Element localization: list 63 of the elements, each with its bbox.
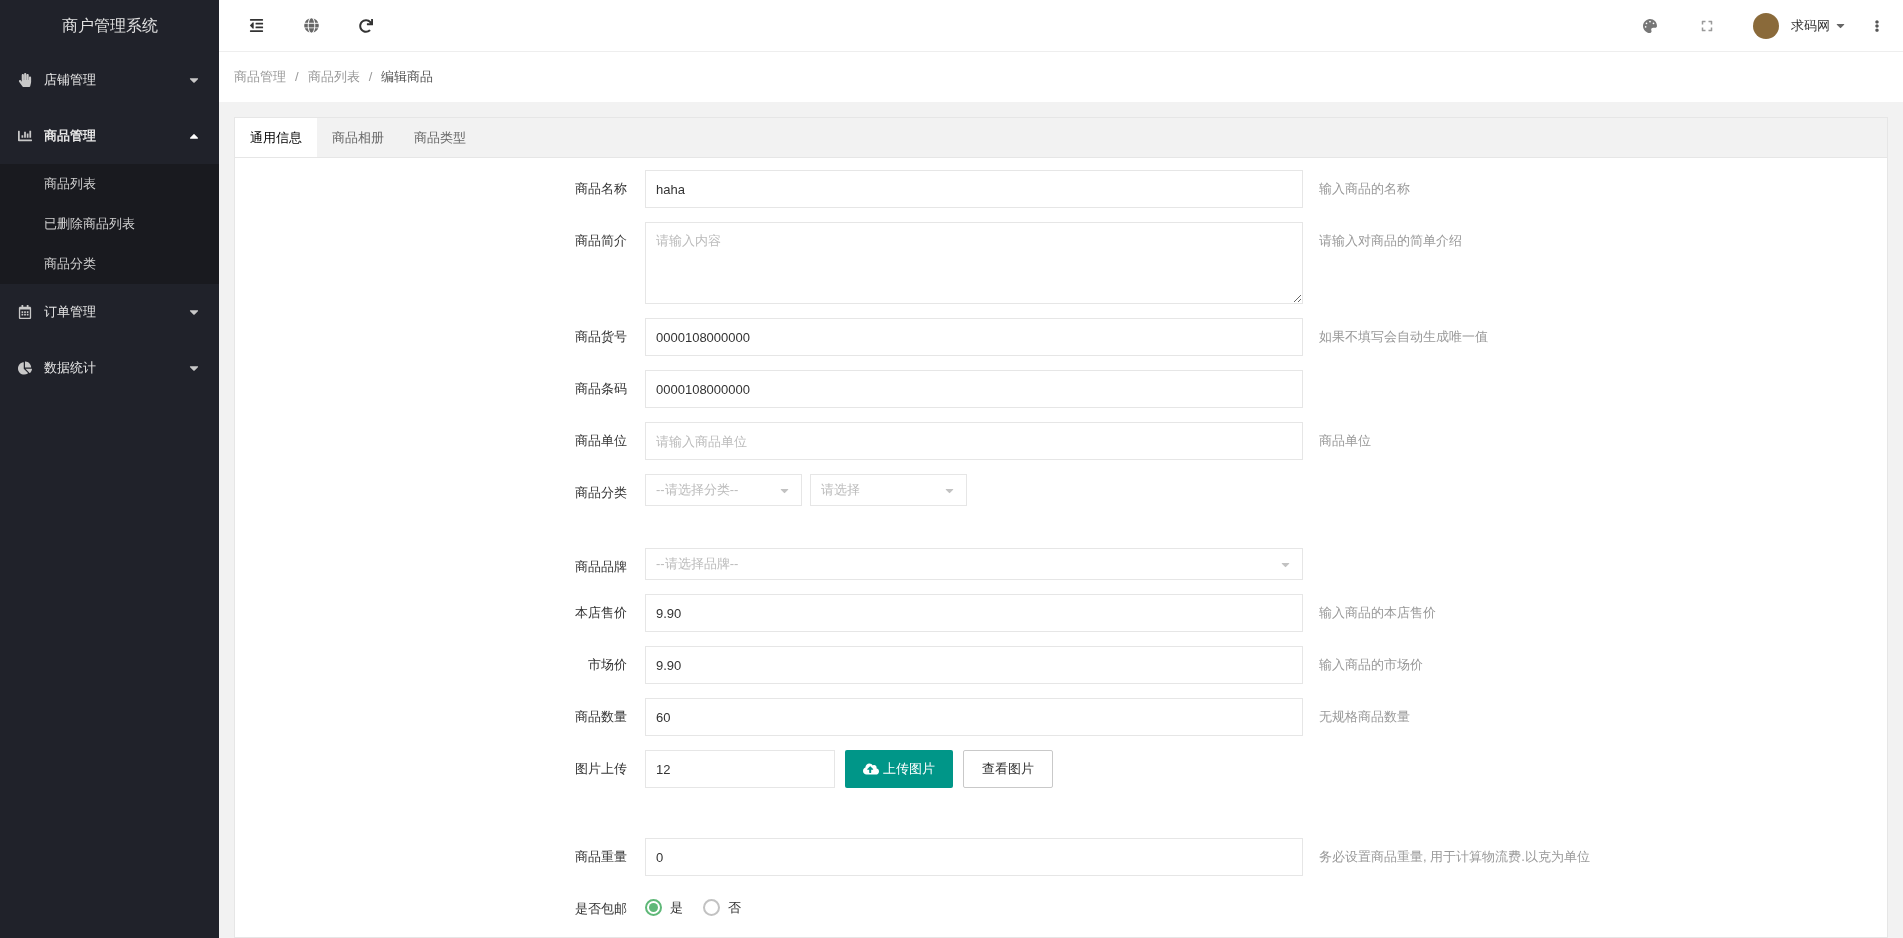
help-text: 输入商品的市场价: [1319, 656, 1423, 674]
view-button[interactable]: 查看图片: [963, 750, 1053, 788]
text-field[interactable]: 12: [645, 750, 835, 788]
text-field[interactable]: 60: [645, 698, 1303, 736]
field-label: 商品货号: [575, 329, 627, 344]
upload-button[interactable]: 上传图片: [845, 750, 953, 788]
help-text: 输入商品的名称: [1319, 180, 1410, 198]
help-text: 商品单位: [1319, 432, 1371, 450]
hand-icon: [18, 73, 32, 87]
menu-item[interactable]: 数据统计: [0, 340, 219, 396]
menu-item[interactable]: 店铺管理: [0, 52, 219, 108]
submenu-item[interactable]: 商品分类: [0, 244, 219, 284]
field-label: 本店售价: [575, 605, 627, 620]
field-label: 市场价: [588, 657, 627, 672]
tab[interactable]: 商品相册: [317, 118, 399, 157]
field-label: 商品名称: [575, 181, 627, 196]
user-avatar[interactable]: [1753, 12, 1779, 39]
radio-button[interactable]: [703, 899, 720, 917]
help-text: 无规格商品数量: [1319, 708, 1410, 726]
fullscreen-icon[interactable]: [1701, 19, 1713, 32]
help-text: 输入商品的本店售价: [1319, 604, 1436, 622]
radio-button[interactable]: [645, 899, 662, 917]
breadcrumb-separator: /: [368, 68, 373, 87]
help-text: 务必设置商品重量, 用于计算物流费.以克为单位: [1319, 848, 1590, 866]
help-text: 如果不填写会自动生成唯一值: [1319, 328, 1488, 346]
field-label: 图片上传: [575, 761, 627, 776]
radio-option[interactable]: 是: [645, 898, 683, 918]
breadcrumb-separator: /: [295, 68, 299, 87]
text-field[interactable]: haha: [645, 170, 1303, 208]
menu-icon[interactable]: [249, 18, 264, 33]
field-label: 商品简介: [575, 233, 627, 248]
field-label: 商品分类: [575, 485, 627, 500]
calendar-icon: [18, 305, 32, 319]
field-label: 商品条码: [575, 381, 627, 396]
text-field[interactable]: 0000108000000: [645, 318, 1303, 356]
field-label: 商品重量: [575, 849, 627, 864]
palette-icon[interactable]: [1643, 18, 1657, 33]
globe-icon[interactable]: [304, 18, 319, 33]
app-title: 商户管理系统: [61, 16, 158, 36]
text-area[interactable]: 请输入内容: [645, 222, 1303, 304]
field-label: 是否包邮: [575, 901, 627, 916]
breadcrumb-link[interactable]: 编辑商品: [381, 67, 434, 87]
submenu-item[interactable]: 商品列表: [0, 164, 219, 204]
menu-item[interactable]: 订单管理: [0, 284, 219, 340]
text-field[interactable]: 0: [645, 838, 1303, 876]
pie-chart-icon: [18, 361, 32, 375]
refresh-icon[interactable]: [359, 18, 373, 33]
user-menu[interactable]: 求码网: [1791, 15, 1847, 36]
radio-option[interactable]: 否: [703, 898, 741, 918]
field-label: 商品单位: [575, 433, 627, 448]
field-label: 商品品牌: [575, 559, 627, 574]
tab[interactable]: 商品类型: [399, 118, 481, 157]
menu-item[interactable]: 商品管理: [0, 108, 219, 164]
text-field[interactable]: 0000108000000: [645, 370, 1303, 408]
cloud-upload-icon: [863, 761, 879, 777]
text-field[interactable]: 9.90: [645, 646, 1303, 684]
submenu-item[interactable]: 已删除商品列表: [0, 204, 219, 244]
field-label: 商品数量: [575, 709, 627, 724]
help-text: 请输入对商品的简单介绍: [1319, 232, 1462, 250]
text-field[interactable]: 9.90: [645, 594, 1303, 632]
tab[interactable]: 通用信息: [235, 118, 317, 157]
text-field[interactable]: 请输入商品单位: [645, 422, 1303, 460]
bar-chart-icon: [18, 129, 32, 143]
